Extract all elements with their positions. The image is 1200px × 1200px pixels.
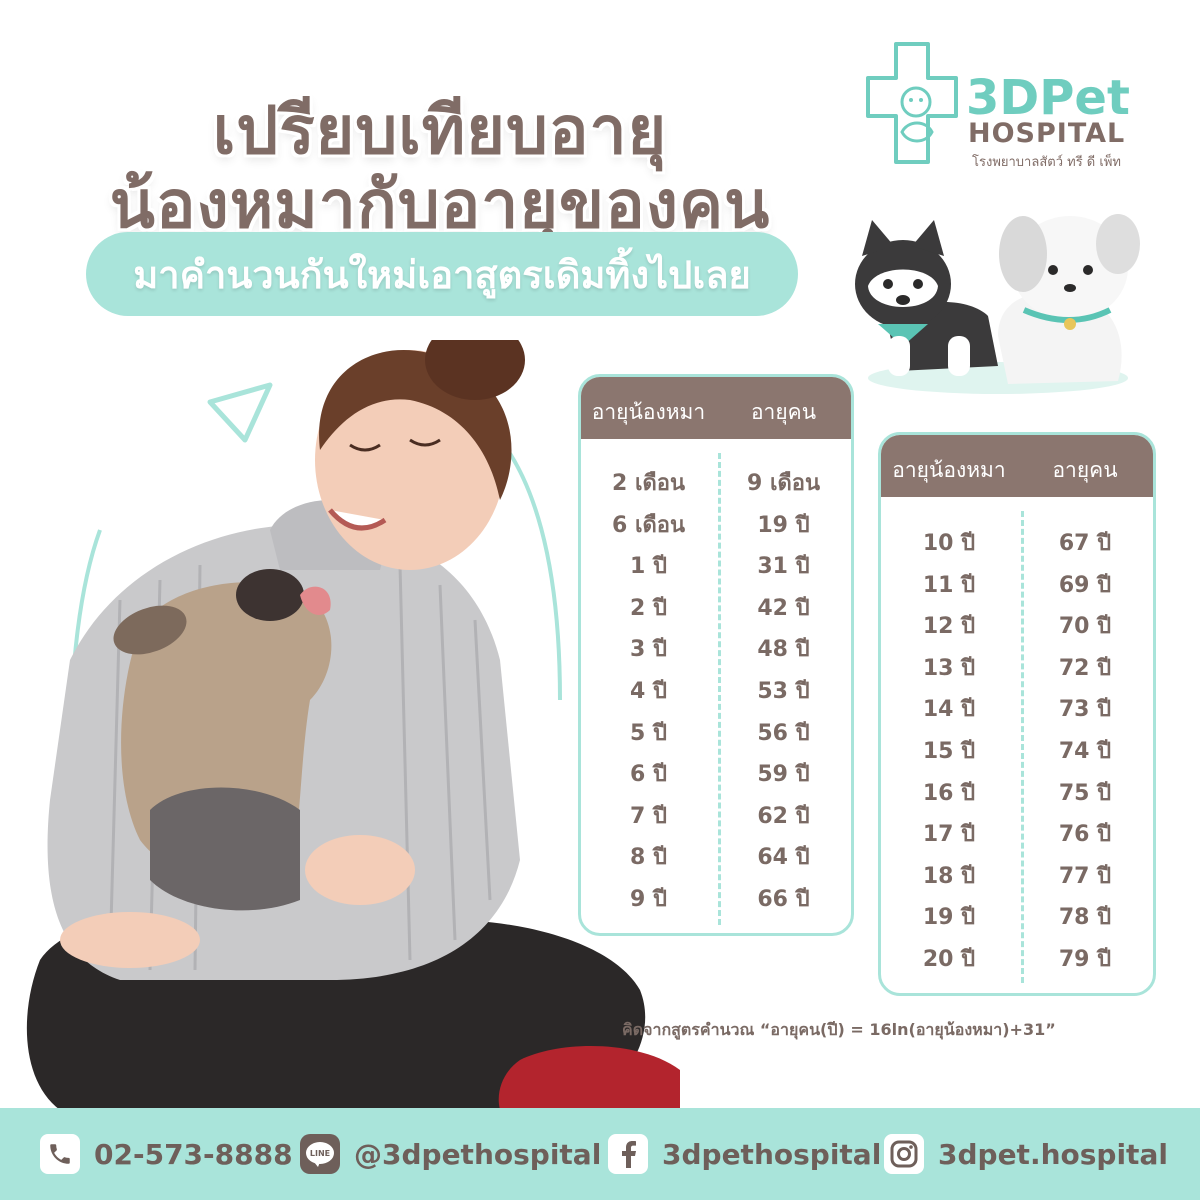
logo-thai-name: โรงพยาบาลสัตว์ ทรี ดี เพ็ท [972,155,1121,170]
logo-hospital: HOSPITAL [968,118,1126,149]
human-age-cell: 66 ปี [757,886,810,912]
header-dog-age: อายุน้องหมา [591,400,706,424]
age-table-1-header: อายุน้องหมา อายุคน [581,377,851,439]
cartoon-dogs-illustration [855,214,1140,394]
table-row: 13 ปี 72 ปี [881,644,1153,686]
dog-age-cell: 9 ปี [630,886,667,912]
phone-contact[interactable]: 02-573-8888 [40,1134,293,1174]
table-row: 12 ปี 70 ปี [881,602,1153,644]
table-row: 9 ปี 66 ปี [581,875,851,917]
dog-age-cell: 1 ปี [630,554,667,580]
human-age-cell: 48 ปี [757,637,810,663]
header-dog-age: อายุน้องหมา [892,458,1006,482]
table-row: 6 เดือน 19 ปี [581,501,851,543]
human-age-cell: 31 ปี [757,554,810,580]
table-row: 11 ปี 69 ปี [881,561,1153,603]
table-row: 17 ปี 76 ปี [881,810,1153,852]
cross-with-pets-logo-icon [866,42,958,164]
dog-age-cell: 18 ปี [922,863,976,889]
human-age-cell: 70 ปี [1058,614,1112,640]
header-human-age: อายุคน [750,400,817,424]
line-app-icon: LINE [300,1134,340,1174]
dog-age-cell: 19 ปี [922,905,976,931]
table-row: 6 ปี 59 ปี [581,750,851,792]
dog-age-cell: 10 ปี [922,531,976,556]
formula-note: คิดจากสูตรคำนวณ “อายุคน(ปี) = 16ln(อายุน… [622,1020,1056,1039]
human-age-cell: 56 ปี [757,720,810,746]
dog-age-cell: 16 ปี [922,780,976,806]
table-row: 18 ปี 77 ปี [881,852,1153,894]
facebook-contact[interactable]: 3dpethospital [608,1134,881,1174]
human-age-cell: 75 ปี [1058,780,1112,806]
human-age-cell: 62 ปี [757,803,810,829]
table-row: 19 ปี 78 ปี [881,893,1153,935]
age-table-1: อายุน้องหมา อายุคน 2 เดือน 9 เดือน 6 เดือ… [578,374,854,936]
instagram-handle: 3dpet.hospital [938,1137,1168,1171]
instagram-icon [884,1134,924,1174]
dog-age-cell: 6 ปี [630,762,667,788]
svg-text:LINE: LINE [310,1149,330,1158]
human-age-cell: 64 ปี [757,845,810,871]
line-contact[interactable]: LINE @3dpethospital [300,1134,601,1174]
dog-age-cell: 6 เดือน [611,512,686,538]
human-age-cell: 73 ปี [1058,697,1112,723]
table-row: 20 ปี 79 ปี [881,935,1153,977]
dog-age-cell: 7 ปี [630,803,667,829]
human-age-cell: 74 ปี [1058,738,1112,764]
dog-age-cell: 2 เดือน [611,471,686,496]
human-age-cell: 78 ปี [1058,905,1112,931]
dog-age-cell: 13 ปี [922,655,976,681]
human-age-cell: 9 เดือน [746,471,821,496]
dog-age-cell: 15 ปี [922,738,976,764]
contact-footer: 02-573-8888 LINE @3dpethospital 3dpethos… [0,1108,1200,1200]
human-age-cell: 19 ปี [757,512,810,538]
table-row: 8 ปี 64 ปี [581,833,851,875]
facebook-icon [608,1134,648,1174]
dog-age-cell: 14 ปี [922,697,976,723]
human-age-cell: 76 ปี [1058,822,1112,848]
table-row: 15 ปี 74 ปี [881,727,1153,769]
human-age-cell: 67 ปี [1058,531,1112,556]
table-row: 7 ปี 62 ปี [581,792,851,834]
table-row: 3 ปี 48 ปี [581,625,851,667]
dog-age-cell: 17 ปี [922,822,976,848]
phone-number: 02-573-8888 [94,1137,293,1171]
table-row: 10 ปี 67 ปี [881,519,1153,561]
dog-age-cell: 2 ปี [630,595,667,621]
human-age-cell: 69 ปี [1058,572,1112,598]
table-row: 5 ปี 56 ปี [581,709,851,751]
human-age-cell: 72 ปี [1058,655,1112,681]
table-row: 16 ปี 75 ปี [881,769,1153,811]
dog-age-cell: 20 ปี [922,946,976,972]
dog-age-cell: 5 ปี [630,720,667,746]
human-age-cell: 77 ปี [1058,863,1112,889]
age-table-2-header: อายุน้องหมา อายุคน [881,435,1153,497]
instagram-contact[interactable]: 3dpet.hospital [884,1134,1168,1174]
human-age-cell: 79 ปี [1058,946,1112,972]
subtitle-text: มาคำนวนกันใหม่เอาสูตรเดิมทิ้งไปเลย [133,252,751,297]
dog-age-cell: 4 ปี [630,678,667,704]
dog-age-cell: 8 ปี [630,845,667,871]
facebook-page: 3dpethospital [662,1137,882,1171]
table-row: 2 เดือน 9 เดือน [581,459,851,501]
human-age-cell: 59 ปี [757,762,810,788]
phone-icon [40,1134,80,1174]
table-row: 2 ปี 42 ปี [581,584,851,626]
human-age-cell: 53 ปี [757,678,810,704]
age-table-2: อายุน้องหมา อายุคน 10 ปี 67 ปี 11 ปี 69 ปี… [878,432,1156,996]
line-id: @3dpethospital [354,1137,602,1171]
dog-age-cell: 11 ปี [922,572,976,598]
human-age-cell: 42 ปี [757,595,810,621]
subtitle-banner: มาคำนวนกันใหม่เอาสูตรเดิมทิ้งไปเลย [86,232,798,316]
table-row: 14 ปี 73 ปี [881,685,1153,727]
header-human-age: อายุคน [1052,458,1118,482]
table-row: 1 ปี 31 ปี [581,542,851,584]
table-row: 4 ปี 53 ปี [581,667,851,709]
dog-age-cell: 12 ปี [922,614,976,640]
dog-age-cell: 3 ปี [630,637,667,663]
